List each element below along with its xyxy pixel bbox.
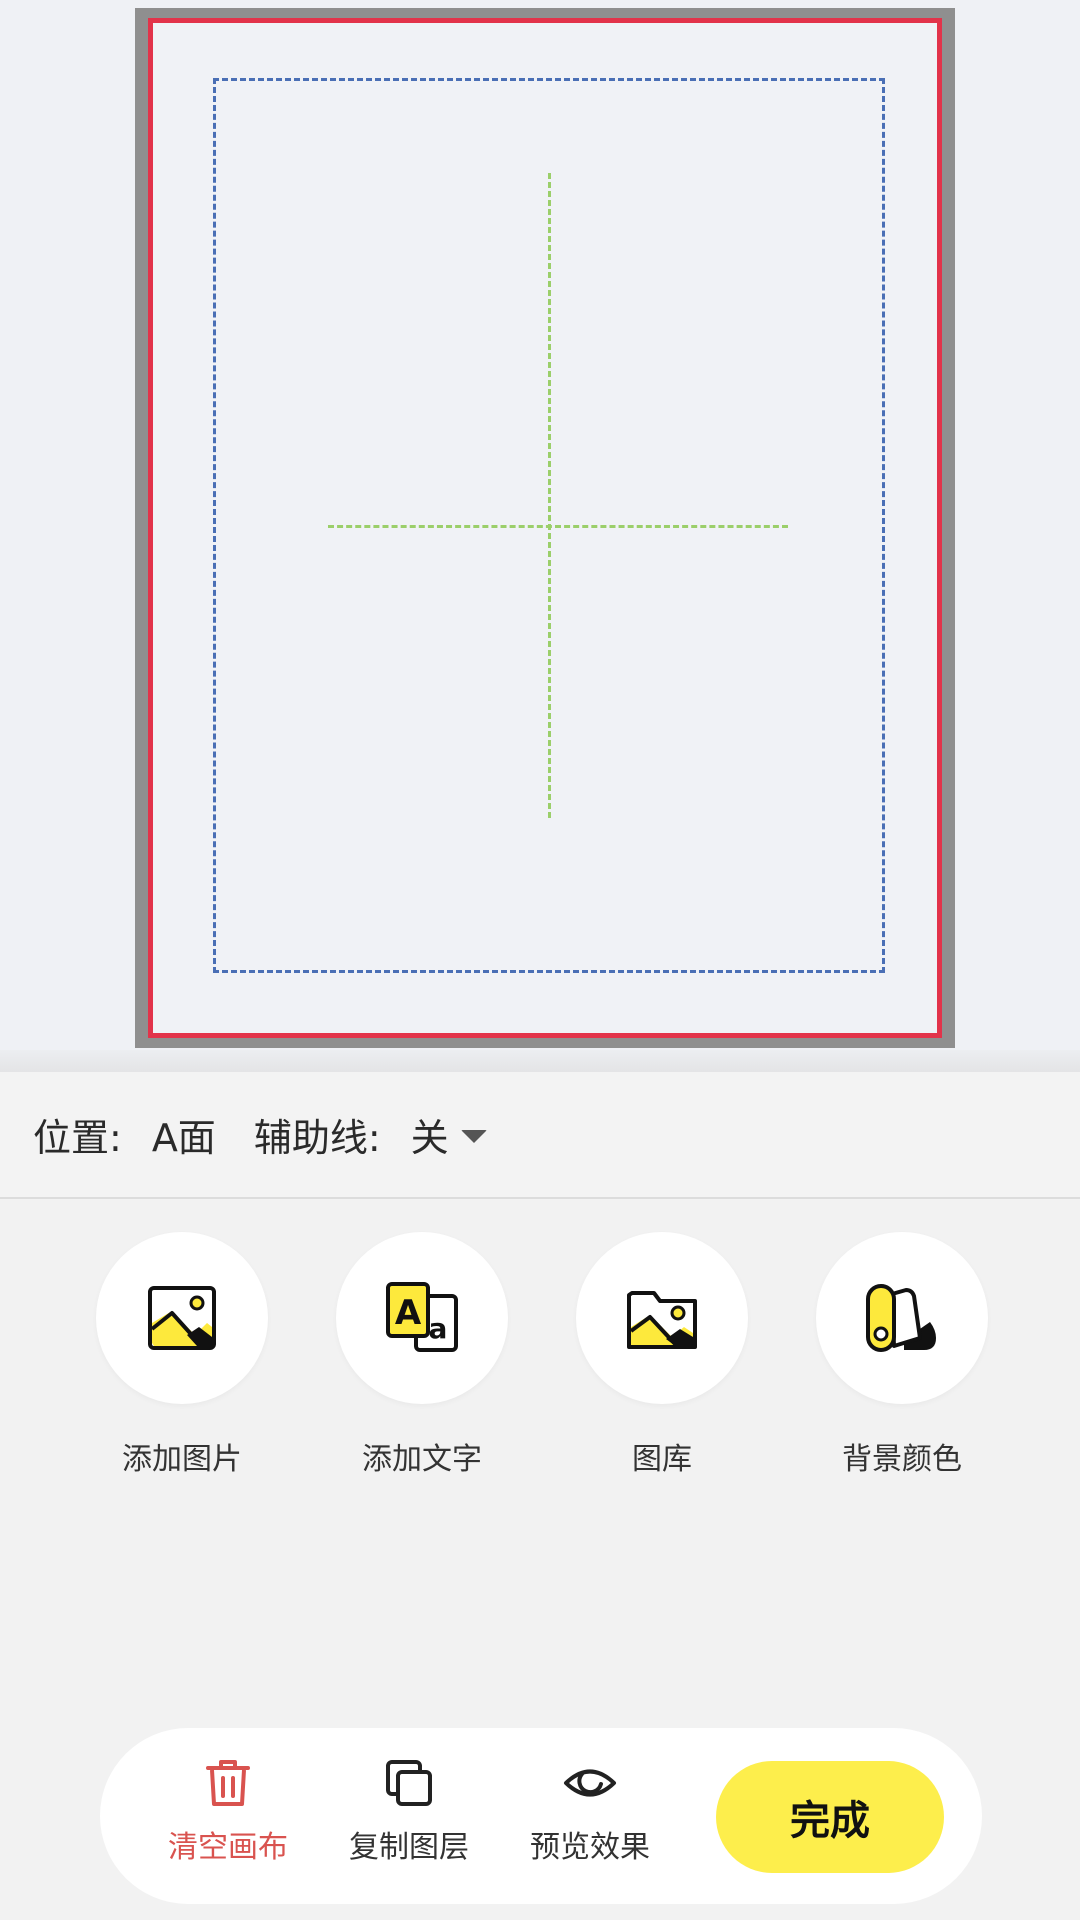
add-image-circle — [96, 1232, 268, 1404]
background-color-button[interactable]: 背景颜色 — [782, 1232, 1022, 1478]
center-guide-horizontal — [328, 525, 788, 528]
caret-down-icon — [460, 1130, 487, 1143]
done-button[interactable]: 完成 — [716, 1761, 944, 1873]
svg-text:A: A — [395, 1293, 422, 1333]
center-guide-vertical — [548, 173, 551, 818]
info-bar: 位置: A面 辅助线: 关 — [0, 1072, 1080, 1199]
add-image-button[interactable]: 添加图片 — [62, 1232, 302, 1478]
tool-grid: 添加图片 A a 添加文字 图库 背景颜色 — [0, 1232, 1080, 1482]
gallery-circle — [576, 1232, 748, 1404]
clear-canvas-label: 清空画布 — [168, 1830, 288, 1865]
trash-icon — [206, 1760, 250, 1806]
bleed-border — [148, 18, 942, 1038]
svg-text:a: a — [429, 1312, 448, 1345]
add-image-label: 添加图片 — [122, 1442, 242, 1477]
background-color-circle — [816, 1232, 988, 1404]
gallery-label: 图库 — [632, 1442, 692, 1477]
position-label: 位置: — [33, 1116, 122, 1160]
copy-layer-button[interactable]: 复制图层 — [329, 1758, 489, 1866]
background-color-label: 背景颜色 — [842, 1442, 962, 1477]
add-image-icon — [148, 1286, 216, 1350]
guides-value: 关 — [410, 1116, 449, 1160]
add-text-button[interactable]: A a 添加文字 — [302, 1232, 542, 1478]
gallery-icon — [627, 1291, 697, 1349]
copy-icon — [386, 1760, 432, 1806]
position-value[interactable]: A面 — [152, 1107, 216, 1162]
canvas-divider-shadow — [0, 1050, 1080, 1072]
add-text-circle: A a — [336, 1232, 508, 1404]
preview-label: 预览效果 — [530, 1830, 650, 1865]
bottom-action-bar: 清空画布 复制图层 预览效果 完成 — [100, 1728, 982, 1904]
gallery-button[interactable]: 图库 — [542, 1232, 782, 1478]
clear-canvas-button[interactable]: 清空画布 — [148, 1758, 308, 1866]
guides-label: 辅助线: — [253, 1116, 381, 1160]
preview-button[interactable]: 预览效果 — [510, 1758, 670, 1866]
add-text-label: 添加文字 — [362, 1442, 482, 1477]
design-canvas-area[interactable] — [0, 0, 1080, 1070]
palette-icon — [866, 1284, 936, 1352]
copy-layer-label: 复制图层 — [349, 1830, 469, 1865]
eye-icon — [564, 1769, 616, 1797]
add-text-icon: A a — [386, 1282, 458, 1352]
design-paper[interactable] — [135, 8, 955, 1048]
guides-dropdown[interactable]: 关 — [411, 1107, 487, 1162]
